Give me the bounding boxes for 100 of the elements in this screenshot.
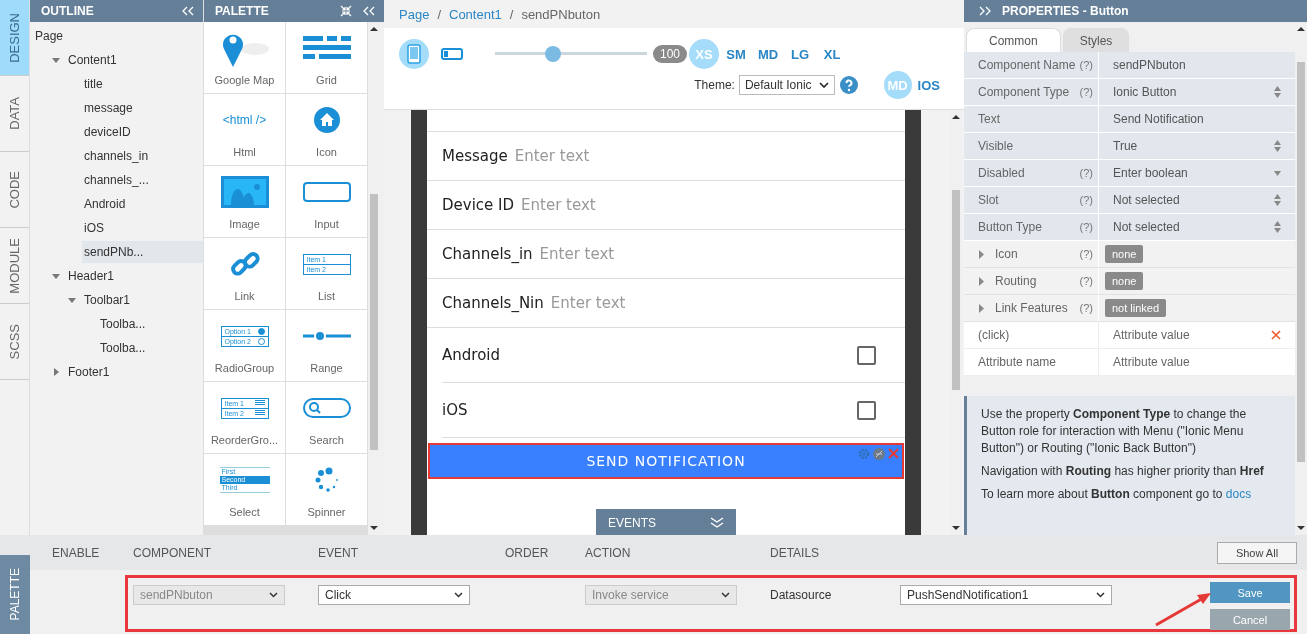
tree-item[interactable]: Footer1 — [66, 361, 203, 383]
tree-item[interactable]: sendPNb... — [82, 241, 203, 263]
side-tab[interactable]: CODE — [0, 152, 29, 228]
attribute-value-field[interactable]: Attribute value — [1113, 328, 1233, 342]
spinner-arrows-icon[interactable] — [1274, 221, 1281, 233]
tree-item[interactable]: Android — [82, 193, 203, 215]
help-mark[interactable]: (?) — [1079, 59, 1093, 71]
property-value-field[interactable]: Not selected — [1099, 214, 1295, 240]
help-mark[interactable]: (?) — [1079, 302, 1093, 314]
palette-side-tab[interactable]: PALETTE — [0, 555, 30, 634]
side-tab[interactable]: SCSS — [0, 304, 29, 380]
tree-item[interactable]: Toolba... — [98, 337, 203, 359]
expand-icon[interactable] — [978, 6, 992, 16]
tree-item[interactable]: Header1 — [66, 265, 203, 287]
scroll-down-icon[interactable] — [1297, 525, 1305, 531]
property-value-field[interactable]: Not selected — [1099, 187, 1295, 213]
spinner-arrows-icon[interactable] — [1274, 86, 1281, 98]
expand-toggle-icon[interactable] — [52, 272, 60, 280]
property-value-field[interactable]: sendPNbuton — [1099, 52, 1295, 78]
palette-item[interactable]: Link — [204, 238, 285, 309]
value-badge[interactable]: none — [1105, 272, 1144, 290]
tree-item[interactable]: title — [82, 73, 203, 95]
breadcrumb-link[interactable]: Page — [399, 6, 430, 22]
attribute-value-field[interactable]: Attribute value — [1113, 355, 1233, 369]
breakpoint-button[interactable]: MD — [753, 39, 784, 69]
palette-item[interactable]: Grid — [286, 22, 367, 93]
docs-link[interactable]: docs — [1225, 487, 1252, 501]
property-value-field[interactable]: Ionic Button — [1099, 79, 1295, 105]
expand-toggle-icon[interactable] — [978, 276, 985, 286]
tree-item[interactable]: deviceID — [82, 121, 203, 143]
dropdown-caret-icon[interactable] — [1274, 170, 1281, 176]
tree-item[interactable]: Page — [33, 25, 203, 47]
tree-item[interactable]: channels_in — [82, 145, 203, 167]
palette-item[interactable]: Spinner — [286, 454, 367, 525]
expand-toggle-icon[interactable] — [978, 249, 985, 259]
properties-tab[interactable]: Styles — [1062, 28, 1130, 52]
send-notification-button[interactable]: SEND NOTIFICATION — [428, 443, 904, 479]
palette-item[interactable]: Icon — [286, 94, 367, 165]
value-badge[interactable]: none — [1105, 245, 1144, 263]
spinner-arrows-icon[interactable] — [1274, 140, 1281, 152]
scroll-up-icon[interactable] — [370, 26, 378, 32]
side-tab[interactable]: MODULE — [0, 228, 29, 304]
property-value-field[interactable]: Enter boolean — [1099, 160, 1295, 186]
phone-view-button[interactable] — [399, 39, 429, 69]
scroll-down-icon[interactable] — [370, 525, 378, 531]
palette-item[interactable]: Range — [286, 310, 367, 381]
expand-toggle-icon[interactable] — [52, 56, 60, 64]
show-all-button[interactable]: Show All — [1217, 542, 1297, 564]
event-select[interactable]: Click — [318, 585, 470, 605]
shrink-icon[interactable] — [340, 5, 352, 17]
save-button[interactable]: Save — [1210, 582, 1290, 603]
help-mark[interactable]: (?) — [1079, 86, 1093, 98]
scroll-up-icon[interactable] — [1297, 26, 1305, 32]
help-mark[interactable]: (?) — [1079, 194, 1093, 206]
palette-item[interactable]: Google Map — [204, 22, 285, 93]
breakpoint-button[interactable]: LG — [785, 39, 816, 69]
scroll-up-icon[interactable] — [952, 114, 960, 120]
checkbox[interactable] — [857, 345, 876, 365]
palette-item[interactable]: Input — [286, 166, 367, 237]
tree-item[interactable]: message — [82, 97, 203, 119]
property-value-field[interactable]: True — [1099, 133, 1295, 159]
property-label: Link Features — [995, 301, 1069, 315]
remove-icon[interactable] — [1271, 330, 1281, 340]
slider-thumb[interactable] — [544, 46, 561, 62]
help-mark[interactable]: (?) — [1079, 275, 1093, 287]
side-tab[interactable]: DESIGN — [0, 0, 29, 76]
platform-button[interactable]: IOS — [917, 71, 940, 99]
expand-toggle-icon[interactable] — [978, 303, 985, 313]
properties-tab[interactable]: Common — [966, 28, 1061, 52]
breakpoint-button[interactable]: XL — [817, 39, 848, 69]
palette-item[interactable]: Image — [204, 166, 285, 237]
events-toggle-bar[interactable]: EVENTS — [596, 509, 736, 535]
breadcrumb-link[interactable]: Content1 — [449, 6, 502, 22]
help-mark[interactable]: (?) — [1079, 221, 1093, 233]
palette-item[interactable]: <html /> Html — [204, 94, 285, 165]
theme-select[interactable]: Default Ionic — [738, 75, 835, 95]
help-icon[interactable] — [839, 76, 858, 94]
side-tab[interactable]: DATA — [0, 76, 29, 152]
expand-toggle-icon[interactable] — [68, 296, 76, 304]
tree-item[interactable]: iOS — [82, 217, 203, 239]
collapse-icon[interactable] — [181, 6, 195, 16]
tree-item[interactable]: Toolbar1 — [82, 289, 203, 311]
hide-icon[interactable] — [873, 448, 885, 460]
attribute-name-field[interactable]: Attribute name — [978, 355, 1098, 369]
column-header: ENABLE — [52, 545, 100, 560]
collapse-icon[interactable] — [362, 6, 376, 16]
expand-toggle-icon[interactable] — [52, 368, 60, 376]
scroll-down-icon[interactable] — [952, 525, 960, 531]
checkbox[interactable] — [857, 400, 876, 420]
property-value-field[interactable]: Send Notification — [1099, 106, 1295, 132]
tree-item[interactable]: channels_... — [82, 169, 203, 191]
help-mark[interactable]: (?) — [1079, 248, 1093, 260]
palette-item[interactable]: Search — [286, 382, 367, 453]
tree-item[interactable]: Toolba... — [98, 313, 203, 335]
datasource-select[interactable]: PushSendNotification1 — [900, 585, 1112, 605]
breakpoint-button[interactable]: SM — [721, 39, 752, 69]
help-mark[interactable]: (?) — [1079, 167, 1093, 179]
value-badge[interactable]: not linked — [1105, 299, 1167, 317]
spinner-arrows-icon[interactable] — [1274, 194, 1281, 206]
tree-item[interactable]: Content1 — [66, 49, 203, 71]
